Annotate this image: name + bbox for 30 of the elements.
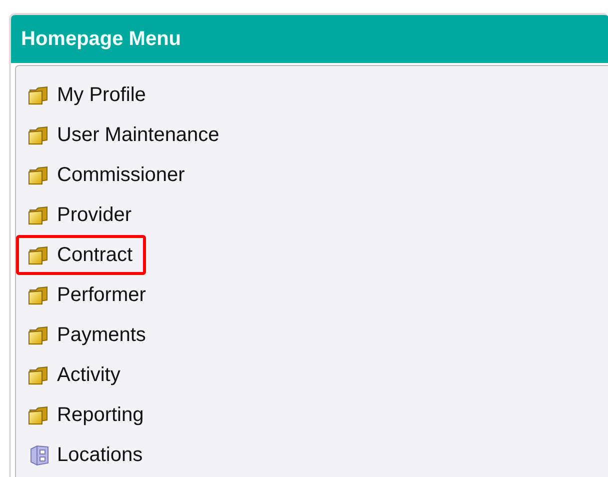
menu-item[interactable]: Performer xyxy=(57,284,146,306)
menu-item[interactable]: Performer xyxy=(16,275,159,315)
menu-item[interactable]: Provider xyxy=(57,204,132,226)
menu-item[interactable]: Payments xyxy=(16,315,159,355)
folder-icon xyxy=(28,364,50,386)
menu-item[interactable]: Activity xyxy=(57,364,120,386)
folder-icon xyxy=(28,164,50,186)
folder-icon xyxy=(28,124,50,146)
folder-icon xyxy=(28,284,50,306)
menu-item[interactable]: My Profile xyxy=(57,84,146,106)
menu-item[interactable]: Locations xyxy=(16,435,156,475)
menu-item[interactable]: Reporting xyxy=(16,395,157,435)
menu-item[interactable]: Commissioner xyxy=(57,164,185,186)
panel-title: Homepage Menu xyxy=(21,28,182,50)
menu-item[interactable]: Activity xyxy=(16,355,134,395)
folder-icon xyxy=(28,244,50,266)
folder-icon xyxy=(28,404,50,426)
menu-item[interactable]: User Maintenance xyxy=(16,115,232,155)
cabinet-icon xyxy=(28,444,50,466)
menu-item[interactable]: Contract xyxy=(57,244,133,266)
menu-item[interactable]: Reporting xyxy=(57,404,144,426)
menu-item[interactable]: Payments xyxy=(57,324,146,346)
folder-icon xyxy=(28,324,50,346)
folder-icon xyxy=(28,204,50,226)
menu-item[interactable]: Provider xyxy=(16,195,144,235)
folder-icon xyxy=(28,84,50,106)
menu-item[interactable]: Commissioner xyxy=(16,155,198,195)
menu-item[interactable]: User Maintenance xyxy=(57,124,220,146)
menu-item[interactable]: My Profile xyxy=(16,75,159,115)
menu-item[interactable]: Locations xyxy=(57,444,143,466)
